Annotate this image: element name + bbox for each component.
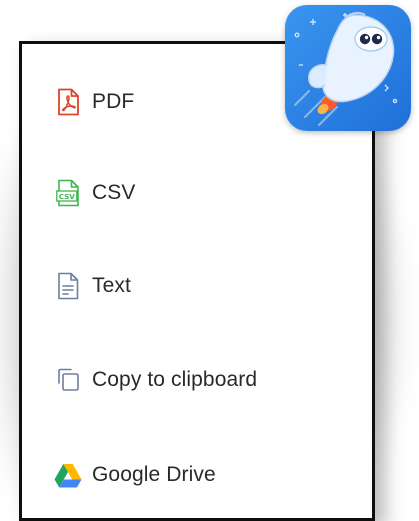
csv-file-icon: CSV [54, 178, 82, 208]
pdf-file-icon [54, 87, 82, 117]
google-drive-icon [54, 460, 82, 490]
svg-text:CSV: CSV [59, 192, 76, 201]
menu-item-label: Copy to clipboard [92, 368, 258, 391]
menu-item-csv[interactable]: CSV CSV [54, 173, 135, 213]
menu-item-label: PDF [92, 90, 135, 113]
menu-item-pdf[interactable]: PDF [54, 82, 134, 122]
text-file-icon [54, 271, 82, 301]
menu-item-label: Google Drive [92, 463, 216, 486]
menu-item-copy-to-clipboard[interactable]: Copy to clipboard [54, 360, 257, 400]
menu-item-google-drive[interactable]: Google Drive [54, 455, 216, 495]
copy-icon [54, 365, 82, 395]
sora-app-icon [285, 5, 411, 131]
menu-item-label: CSV [92, 181, 136, 204]
menu-item-text[interactable]: Text [54, 266, 131, 306]
menu-item-label: Text [92, 274, 131, 297]
